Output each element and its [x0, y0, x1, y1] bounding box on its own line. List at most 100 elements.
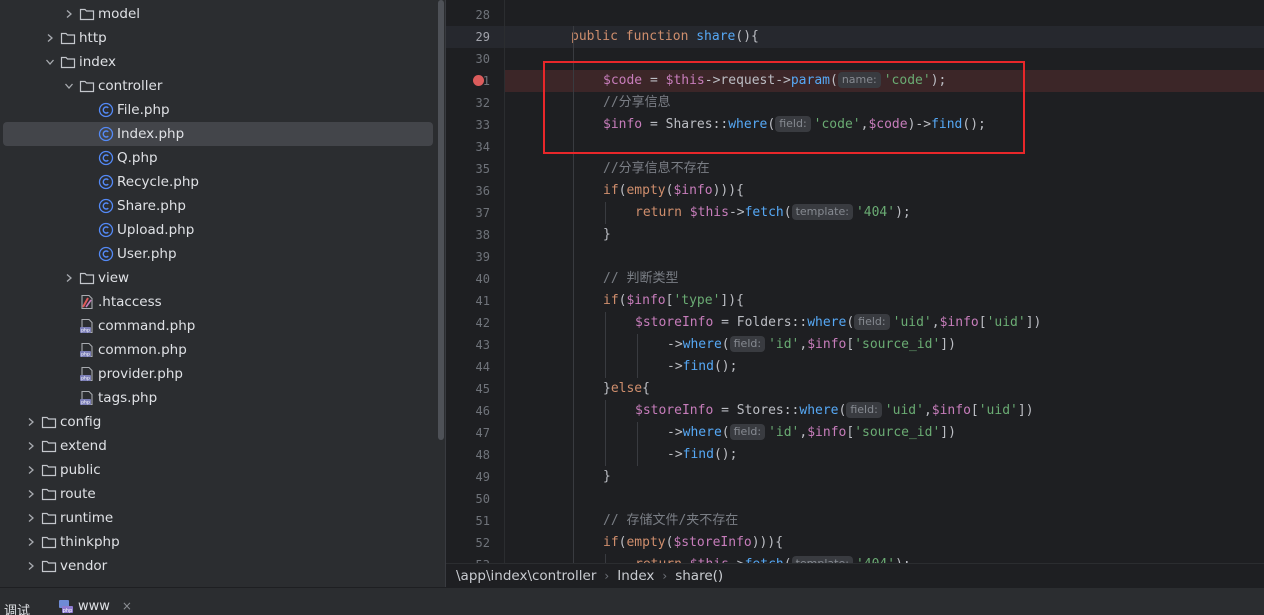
- tree-item-label: Index.php: [117, 126, 185, 142]
- tree-folder-index[interactable]: index: [0, 50, 436, 74]
- code-line[interactable]: public function share(){: [571, 26, 759, 48]
- code-token: //分享信息不存在: [603, 161, 710, 176]
- line-number[interactable]: 40: [446, 268, 490, 290]
- chevron-right-icon[interactable]: [23, 434, 39, 458]
- chevron-right-icon[interactable]: [61, 2, 77, 26]
- tree-file-Q.php[interactable]: Q.php: [0, 146, 436, 170]
- code-line[interactable]: ->find();: [667, 356, 737, 378]
- line-number[interactable]: 34: [446, 136, 490, 158]
- tree-folder-vendor[interactable]: vendor: [0, 554, 436, 578]
- line-number[interactable]: 38: [446, 224, 490, 246]
- chevron-right-icon[interactable]: [42, 26, 58, 50]
- line-number[interactable]: 41: [446, 290, 490, 312]
- tree-folder-view[interactable]: view: [0, 266, 436, 290]
- chevron-right-icon[interactable]: [23, 506, 39, 530]
- tree-folder-model[interactable]: model: [0, 2, 436, 26]
- code-token: $info: [626, 293, 666, 308]
- tree-file-provider.php[interactable]: php provider.php: [0, 362, 436, 386]
- line-number[interactable]: 36: [446, 180, 490, 202]
- debug-session-tab[interactable]: php www ×: [56, 598, 132, 614]
- code-token: = Folders::: [713, 315, 808, 330]
- line-number[interactable]: 39: [446, 246, 490, 268]
- code-line[interactable]: ->find();: [667, 444, 737, 466]
- tree-file-Index.php[interactable]: Index.php: [3, 122, 433, 146]
- close-tab-icon[interactable]: ×: [122, 599, 132, 613]
- line-number[interactable]: 53: [446, 554, 490, 563]
- line-number[interactable]: 43: [446, 334, 490, 356]
- tree-file-command.php[interactable]: php command.php: [0, 314, 436, 338]
- tree-file-tags.php[interactable]: php tags.php: [0, 386, 436, 410]
- line-number[interactable]: 35: [446, 158, 490, 180]
- line-number[interactable]: 28: [446, 4, 490, 26]
- line-number[interactable]: 33: [446, 114, 490, 136]
- code-token: 'uid': [978, 403, 1018, 418]
- line-number[interactable]: 29: [446, 26, 490, 48]
- project-tree-scrollbar-thumb[interactable]: [438, 0, 444, 440]
- line-number[interactable]: 32: [446, 92, 490, 114]
- breadcrumb-path[interactable]: \app\index\controller: [456, 568, 596, 584]
- breadcrumb-method[interactable]: share(): [675, 568, 723, 584]
- tree-folder-extend[interactable]: extend: [0, 434, 436, 458]
- code-line[interactable]: // 判断类型: [603, 268, 678, 290]
- chevron-right-icon[interactable]: [61, 266, 77, 290]
- code-line[interactable]: }: [603, 224, 611, 246]
- tree-folder-controller[interactable]: controller: [0, 74, 436, 98]
- chevron-right-icon[interactable]: [23, 554, 39, 578]
- code-line[interactable]: // 存储文件/夹不存在: [603, 510, 738, 532]
- chevron-right-icon[interactable]: [23, 458, 39, 482]
- tree-file-Share.php[interactable]: Share.php: [0, 194, 436, 218]
- code-line[interactable]: return $this->fetch(template:'404');: [635, 202, 911, 224]
- tree-file-Upload.php[interactable]: Upload.php: [0, 218, 436, 242]
- line-number[interactable]: 37: [446, 202, 490, 224]
- line-number[interactable]: 42: [446, 312, 490, 334]
- code-line[interactable]: ->where(field:'id',$info['source_id']): [667, 422, 956, 444]
- line-number[interactable]: 50: [446, 488, 490, 510]
- line-number[interactable]: 49: [446, 466, 490, 488]
- code-line[interactable]: ->where(field:'id',$info['source_id']): [667, 334, 956, 356]
- line-number[interactable]: 30: [446, 48, 490, 70]
- line-number-gutter[interactable]: 2829303132333435363738394041424344454647…: [446, 0, 504, 563]
- project-tree-scrollbar[interactable]: [436, 0, 446, 587]
- line-number[interactable]: 47: [446, 422, 490, 444]
- tree-folder-http[interactable]: http: [0, 26, 436, 50]
- code-line[interactable]: if(empty($info))){: [603, 180, 744, 202]
- tree-folder-public[interactable]: public: [0, 458, 436, 482]
- line-number[interactable]: 51: [446, 510, 490, 532]
- chevron-down-icon[interactable]: [61, 74, 77, 98]
- code-token: where: [682, 337, 722, 352]
- code-line[interactable]: if($info['type']){: [603, 290, 744, 312]
- line-number[interactable]: 46: [446, 400, 490, 422]
- tree-file-File.php[interactable]: File.php: [0, 98, 436, 122]
- tree-folder-route[interactable]: route: [0, 482, 436, 506]
- code-line[interactable]: }else{: [603, 378, 650, 400]
- chevron-right-icon[interactable]: [23, 482, 39, 506]
- tree-file-.htaccess[interactable]: .htaccess: [0, 290, 436, 314]
- line-number[interactable]: 44: [446, 356, 490, 378]
- tree-file-User.php[interactable]: User.php: [0, 242, 436, 266]
- code-token: '404': [855, 205, 896, 220]
- line-number[interactable]: 52: [446, 532, 490, 554]
- breakpoint-icon[interactable]: [473, 75, 484, 86]
- tree-folder-thinkphp[interactable]: thinkphp: [0, 530, 436, 554]
- debug-tool-window-label[interactable]: 调试: [4, 600, 30, 615]
- tree-folder-config[interactable]: config: [0, 410, 436, 434]
- line-number[interactable]: 45: [446, 378, 490, 400]
- chevron-right-icon[interactable]: [23, 410, 39, 434]
- code-line[interactable]: return $this->fetch(template:'404');: [635, 554, 911, 563]
- folder-icon: [79, 6, 95, 22]
- parameter-name-hint: template:: [791, 204, 853, 220]
- chevron-right-icon[interactable]: [23, 530, 39, 554]
- tree-file-Recycle.php[interactable]: Recycle.php: [0, 170, 436, 194]
- code-line[interactable]: $storeInfo = Stores::where(field:'uid',$…: [635, 400, 1034, 422]
- code-line[interactable]: //分享信息不存在: [603, 158, 710, 180]
- code-line[interactable]: if(empty($storeInfo))){: [603, 532, 783, 554]
- code-line[interactable]: }: [603, 466, 611, 488]
- tree-file-common.php[interactable]: php common.php: [0, 338, 436, 362]
- chevron-down-icon[interactable]: [42, 50, 58, 74]
- php-class-icon: [98, 198, 114, 214]
- breadcrumb-class[interactable]: Index: [617, 568, 654, 584]
- code-line[interactable]: $storeInfo = Folders::where(field:'uid',…: [635, 312, 1041, 334]
- line-number[interactable]: 48: [446, 444, 490, 466]
- tree-folder-runtime[interactable]: runtime: [0, 506, 436, 530]
